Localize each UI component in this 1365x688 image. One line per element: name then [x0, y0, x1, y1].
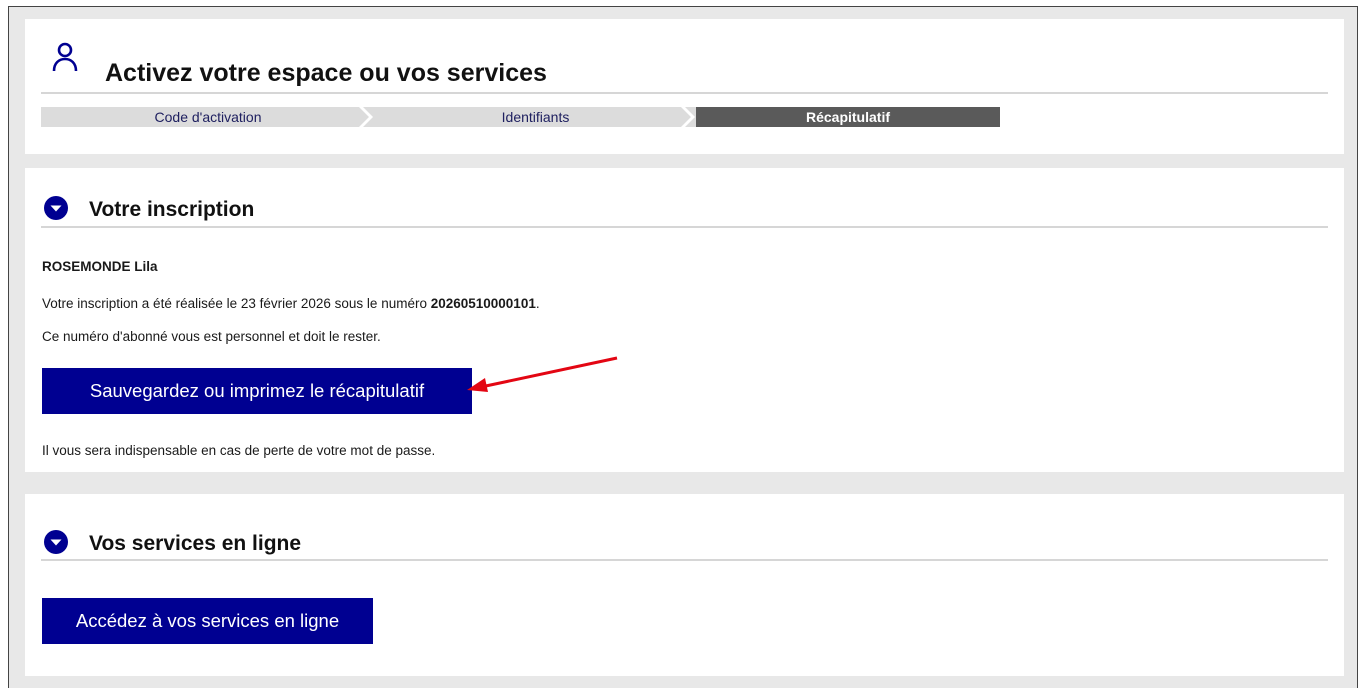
step-recapitulatif: Récapitulatif — [696, 107, 1000, 127]
chevron-down-circle-icon[interactable] — [43, 529, 69, 560]
step-label: Récapitulatif — [805, 109, 890, 125]
access-online-services-button[interactable]: Accédez à vos services en ligne — [42, 598, 373, 644]
inscription-card: Votre inscription ROSEMONDE Lila Votre i… — [25, 168, 1344, 472]
section-title: Votre inscription — [89, 198, 255, 221]
page-frame: Activez votre espace ou vos services Cod… — [8, 6, 1358, 688]
save-or-print-summary-button[interactable]: Sauvegardez ou imprimez le récapitulatif — [42, 368, 472, 414]
section-title: Vos services en ligne — [89, 532, 302, 555]
inscription-confirmation-text: Votre inscription a été réalisée le 23 f… — [42, 296, 540, 311]
subscriber-number: 20260510000101 — [430, 296, 536, 311]
personal-number-notice: Ce numéro d'abonné vous est personnel et… — [42, 329, 381, 344]
subscriber-name: ROSEMONDE Lila — [42, 259, 158, 274]
confirmation-suffix: . — [535, 296, 540, 311]
section-divider — [41, 226, 1328, 228]
red-arrow-icon — [467, 356, 618, 392]
section-divider — [41, 559, 1328, 561]
user-outline-icon — [52, 42, 78, 77]
step-separator-icon — [359, 107, 373, 127]
step-label: Code d'activation — [154, 109, 262, 125]
online-services-card: Vos services en ligne Accédez à vos serv… — [25, 494, 1344, 676]
title-divider — [41, 92, 1328, 94]
confirmation-prefix: Votre inscription a été réalisée le 23 f… — [42, 296, 431, 311]
progress-steps: Code d'activation Identifiants Récapitul… — [41, 107, 1000, 127]
step-separator-icon — [681, 107, 695, 127]
activation-header-card: Activez votre espace ou vos services Cod… — [25, 19, 1344, 154]
chevron-down-circle-icon[interactable] — [43, 195, 69, 226]
step-code-activation: Code d'activation — [41, 107, 375, 127]
step-label: Identifiants — [501, 109, 570, 125]
page-title: Activez votre espace ou vos services — [105, 59, 547, 87]
password-loss-notice: Il vous sera indispensable en cas de per… — [42, 443, 436, 458]
step-identifiants: Identifiants — [375, 107, 696, 127]
